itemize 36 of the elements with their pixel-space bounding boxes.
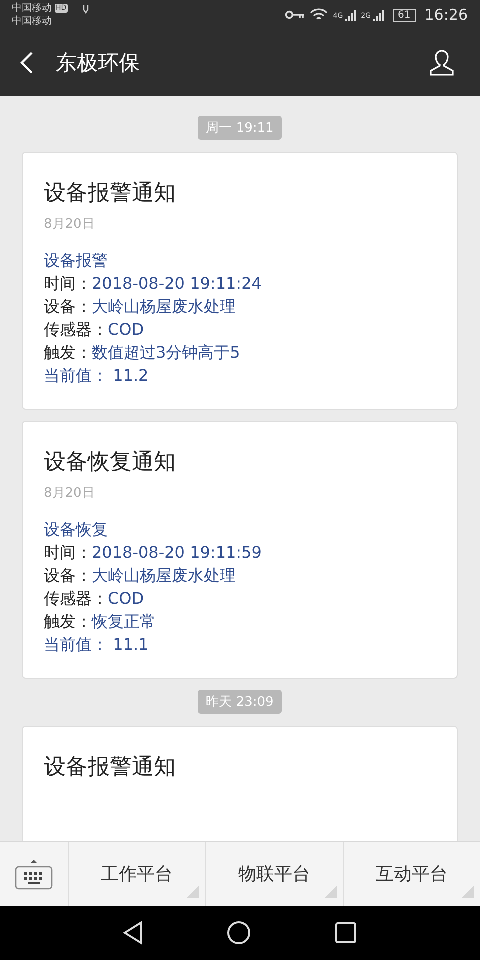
card-title: 设备报警通知: [44, 180, 177, 208]
key-icon: [285, 10, 306, 20]
message-line: 设备：大岭山杨屋废水处理: [44, 296, 237, 318]
message-card[interactable]: 设备恢复通知 8月20日 设备恢复 时间：2018-08-20 19:11:59 设备：大岭山杨屋废水处理 传感器：COD 触发：恢复正常 当前值： 11.1: [22, 421, 458, 679]
message-card[interactable]: 设备报警通知 8月20日 设备报警 时间：2018-08-20 19:11:24 设备：大岭山杨屋废水处理 传感器：COD 触发：数值超过3分钟高于5 当前值： 11.2: [22, 152, 458, 410]
battery-level: 61: [393, 8, 416, 22]
home-nav-icon[interactable]: [227, 921, 251, 945]
message-line: 设备：大岭山杨屋废水处理: [44, 565, 237, 587]
message-line: 传感器：COD: [44, 319, 146, 341]
message-heading: 设备报警: [44, 250, 109, 272]
message-card[interactable]: 设备报警通知: [22, 726, 458, 841]
message-timestamp: 周一 19:11: [198, 116, 282, 140]
card-title: 设备报警通知: [44, 754, 177, 782]
message-line: 当前值： 11.1: [44, 634, 150, 656]
signal-icon: [372, 9, 384, 21]
message-heading: 设备恢复: [44, 519, 109, 541]
wifi-icon: [310, 8, 328, 22]
message-line: 当前值： 11.2: [44, 365, 150, 387]
card-title: 设备恢复通知: [44, 449, 177, 477]
message-line: 触发：数值超过3分钟高于5: [44, 342, 242, 364]
back-nav-icon[interactable]: [123, 921, 143, 945]
card-date: 8月20日: [44, 216, 96, 233]
message-line: 触发：恢复正常: [44, 611, 157, 633]
carrier-name: 中国移动: [12, 2, 52, 15]
recents-nav-icon[interactable]: [335, 922, 357, 944]
signal-icon: [344, 9, 356, 21]
carrier-name: 中国移动: [12, 15, 53, 28]
message-timestamp: 昨天 23:09: [198, 690, 282, 714]
keyboard-icon: [15, 858, 53, 890]
message-line: 时间：2018-08-20 19:11:24: [44, 273, 263, 295]
message-line: 传感器：COD: [44, 588, 146, 610]
message-line: 时间：2018-08-20 19:11:59: [44, 542, 263, 564]
profile-icon[interactable]: [428, 49, 456, 77]
chat-title: 东极环保: [56, 50, 141, 77]
clock-time: 16:26: [424, 6, 468, 24]
card-date: 8月20日: [44, 485, 96, 502]
